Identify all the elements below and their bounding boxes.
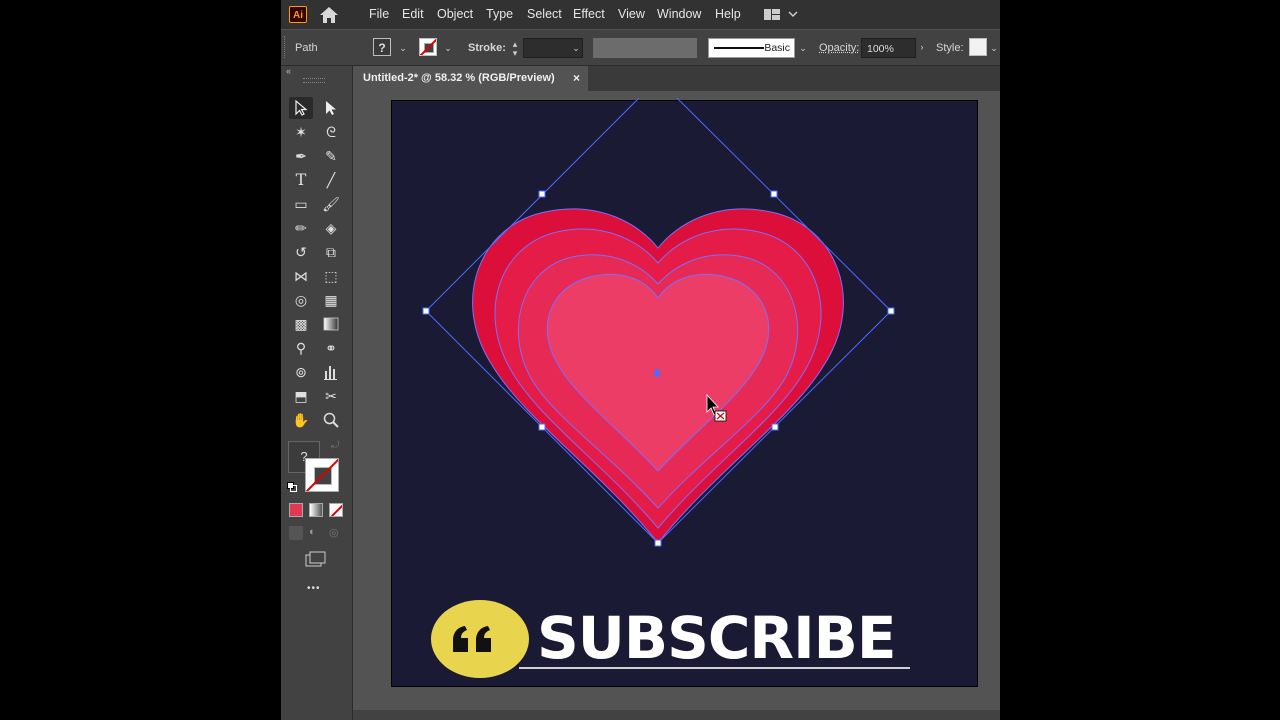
status-bar (353, 710, 1000, 720)
artboard-tool-icon[interactable]: ⬒ (289, 385, 313, 407)
zoom-tool-icon[interactable] (319, 409, 343, 431)
menu-effect[interactable]: Effect (573, 7, 605, 21)
opacity-field[interactable]: 100% (861, 38, 916, 58)
app-logo: Ai (289, 6, 307, 23)
close-tab-icon[interactable]: × (573, 71, 580, 85)
menu-type[interactable]: Type (486, 7, 513, 21)
shape-builder-tool-icon[interactable]: ◎ (289, 289, 313, 311)
draw-normal-icon[interactable] (289, 526, 303, 540)
screen-mode-icon[interactable] (305, 551, 327, 572)
subscribe-badge[interactable] (431, 600, 529, 678)
menu-select[interactable]: Select (527, 7, 562, 21)
rectangle-tool-icon[interactable]: ▭ (289, 193, 313, 215)
graphic-style-swatch[interactable] (969, 38, 987, 56)
column-graph-tool-icon[interactable] (319, 361, 343, 383)
stroke-swatch[interactable] (419, 38, 437, 56)
artboard[interactable] (391, 100, 978, 687)
line-segment-tool-icon[interactable]: ╱ (319, 169, 343, 191)
none-mode-swatch[interactable] (329, 503, 343, 517)
eraser-tool-icon[interactable]: ◈ (319, 217, 343, 239)
stroke-color-box[interactable] (305, 458, 339, 492)
default-colors-icon[interactable] (287, 480, 297, 492)
workspace-switcher-icon[interactable] (764, 7, 798, 23)
fill-dropdown-icon[interactable]: ⌄ (398, 43, 408, 53)
brush-preview (714, 47, 764, 49)
free-transform-tool-icon[interactable]: ⬚ (319, 265, 343, 287)
stroke-stepper-down-icon[interactable]: ▾ (510, 48, 520, 58)
perspective-grid-tool-icon[interactable]: ▦ (319, 289, 343, 311)
magic-wand-tool-icon[interactable]: ✶ (289, 121, 313, 143)
home-icon[interactable] (318, 5, 340, 25)
document-tab-bar: Untitled-2* @ 58.32 % (RGB/Preview) × (353, 66, 1000, 91)
quote-icon (453, 626, 491, 652)
color-mode-swatch[interactable] (289, 503, 303, 517)
menu-object[interactable]: Object (437, 7, 473, 21)
direct-selection-tool-icon[interactable] (319, 97, 343, 119)
swap-colors-icon[interactable]: ⤾ (331, 440, 339, 451)
curvature-tool-icon[interactable]: ✎ (319, 145, 343, 167)
blend-tool-icon[interactable]: ⚭ (319, 337, 343, 359)
toolbox: « ✶ ᘓ ✒ ✎ T ╱ ▭ 🖌 ✏ ◈ ↺ ⧉ ⋈ ⬚ ◎ ▦ ▩ ⚲ ⚭ … (281, 66, 353, 720)
selection-tool-icon[interactable] (289, 97, 313, 119)
document-tab[interactable]: Untitled-2* @ 58.32 % (RGB/Preview) × (353, 66, 588, 91)
menu-help[interactable]: Help (715, 7, 741, 21)
stroke-dropdown-icon[interactable]: ⌄ (443, 43, 453, 53)
lasso-tool-icon[interactable]: ᘓ (319, 121, 343, 143)
menu-window[interactable]: Window (657, 7, 701, 21)
collapse-panel-icon[interactable]: « (286, 66, 291, 76)
rotate-tool-icon[interactable]: ↺ (289, 241, 313, 263)
slice-tool-icon[interactable]: ✂ (319, 385, 343, 407)
mesh-tool-icon[interactable]: ▩ (289, 313, 313, 335)
scale-tool-icon[interactable]: ⧉ (319, 241, 343, 263)
menu-edit[interactable]: Edit (402, 7, 424, 21)
symbol-sprayer-tool-icon[interactable]: ⊚ (289, 361, 313, 383)
eyedropper-tool-icon[interactable]: ⚲ (289, 337, 313, 359)
brush-name: Basic (764, 42, 790, 54)
draw-inside-icon[interactable]: ◎ (329, 526, 343, 540)
menu-file[interactable]: File (369, 7, 389, 21)
hand-tool-icon[interactable]: ✋ (289, 409, 313, 431)
shaper-tool-icon[interactable]: ✏ (289, 217, 313, 239)
gradient-tool-icon[interactable] (319, 313, 343, 335)
style-label: Style: (936, 42, 964, 54)
edit-toolbar-icon[interactable]: ••• (307, 583, 321, 594)
toolbox-grip[interactable] (303, 78, 325, 83)
type-tool-icon[interactable]: T (289, 169, 313, 191)
subscribe-underline (519, 667, 910, 669)
pen-tool-icon[interactable]: ✒ (289, 145, 313, 167)
brush-definition[interactable]: Basic (708, 38, 795, 58)
brush-dropdown-icon[interactable]: ⌄ (798, 43, 808, 53)
subscribe-text[interactable]: SUBSCRIBE (537, 604, 896, 672)
draw-behind-icon[interactable]: ◐ (309, 526, 323, 540)
document-tab-title: Untitled-2* @ 58.32 % (RGB/Preview) (363, 72, 555, 84)
fill-swatch[interactable]: ? (373, 38, 391, 56)
menu-view[interactable]: View (618, 7, 645, 21)
control-bar: Path ? ⌄ ⌄ Stroke: ▴ ▾ ⌄ Basic ⌄ Opacity… (281, 30, 1000, 66)
opacity-arrow-icon[interactable]: › (917, 42, 927, 52)
style-dropdown-icon[interactable]: ⌄ (989, 43, 999, 53)
menu-bar: Ai File Edit Object Type Select Effect V… (281, 0, 1000, 29)
stroke-weight-dropdown-icon[interactable]: ⌄ (571, 43, 581, 53)
selection-type-label: Path (295, 42, 318, 54)
control-bar-grip[interactable] (284, 36, 287, 58)
width-tool-icon[interactable]: ⋈ (289, 265, 313, 287)
gradient-mode-swatch[interactable] (309, 503, 323, 517)
variable-width-profile[interactable] (593, 38, 697, 58)
stroke-label: Stroke: (468, 42, 506, 54)
paintbrush-tool-icon[interactable]: 🖌 (319, 193, 343, 215)
opacity-label[interactable]: Opacity: (819, 42, 859, 54)
